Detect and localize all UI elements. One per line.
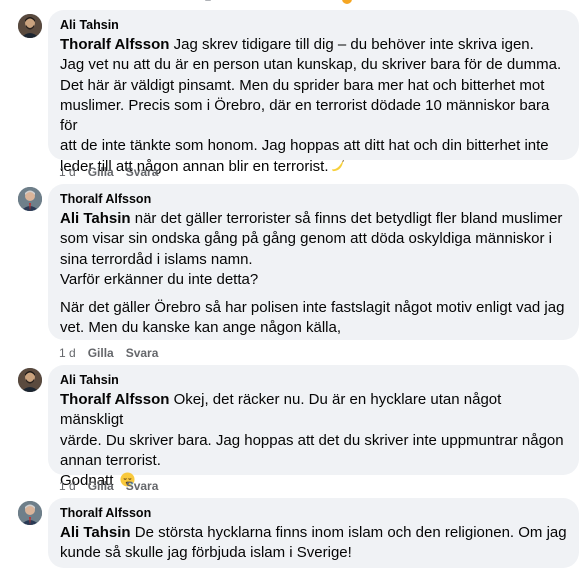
comment-text: Thoralf Alfsson Okej, det räcker nu. Du … [60,390,567,491]
comment-author[interactable]: Thoralf Alfsson [60,191,567,207]
comment-line: De största hycklarna finns inom islam oc… [130,524,567,541]
mention-link[interactable]: Ali Tahsin [60,524,131,541]
comment-line: När det gäller Örebro så har polisen int… [60,299,565,317]
reply-button[interactable]: Svara [126,478,159,494]
comment-text: Ali Tahsin De största hycklarna finns in… [60,523,567,564]
like-button[interactable]: Gilla [88,478,114,494]
comment-actions: 1 d Gilla Svara [59,164,158,180]
previous-comment-edge [0,0,583,4]
avatar-ali-icon [18,14,42,38]
comment-line: som visar sin ondska gång på gång genom … [60,230,552,248]
mention-link[interactable]: Thoralf Alfsson [60,391,169,408]
avatar[interactable] [18,368,42,392]
comment-line: Jag vet nu att du är en person utan kuns… [60,56,562,74]
comment-line: muslimer. Precis som i Örebro, där en te… [60,96,550,135]
comment-actions: 1 d Gilla Svara [59,478,158,494]
avatar[interactable] [18,14,42,38]
comment-timestamp[interactable]: 1 d [59,345,76,361]
comment-line: vet. Men du kanske kan ange någon källa, [60,319,342,337]
comment-bubble: Thoralf Alfsson Ali Tahsin när det gälle… [48,184,579,340]
comment-line: Jag skrev tidigare till dig – du behöver… [169,36,534,53]
comment-bubble: Ali Tahsin Thoralf Alfsson Jag skrev tid… [48,10,579,175]
comment-text: Ali Tahsin när det gäller terrorister så… [60,209,567,339]
mention-link[interactable]: Ali Tahsin [60,210,131,227]
comment-timestamp[interactable]: 1 d [59,478,76,494]
comment-line: värde. Du skriver bara. Jag hoppas att d… [60,431,564,449]
comment-timestamp[interactable]: 1 d [59,164,76,180]
avatar-thoralf-icon [18,187,42,211]
comment-line: sina terrordåd i islams namn. [60,250,253,268]
previous-comment-fragment [205,0,211,1]
comment-line: Det här är väldigt pinsamt. Men du sprid… [60,76,545,94]
comment-actions: 1 d Gilla Svara [59,345,158,361]
reaction-icon [342,0,352,4]
comment-author[interactable]: Ali Tahsin [60,17,567,33]
banana-icon [330,158,345,173]
like-button[interactable]: Gilla [88,345,114,361]
mention-link[interactable]: Thoralf Alfsson [60,36,169,53]
avatar-ali-icon [18,368,42,392]
comment-line: annan terrorist. [60,451,161,469]
avatar[interactable] [18,501,42,525]
comment-line: Varför erkänner du inte detta? [60,270,259,288]
reply-button[interactable]: Svara [126,345,159,361]
avatar-thoralf-icon [18,501,42,525]
reply-button[interactable]: Svara [126,164,159,180]
comment-bubble: Thoralf Alfsson Ali Tahsin De största hy… [48,498,579,568]
comment-bubble: Ali Tahsin Thoralf Alfsson Okej, det räc… [48,365,579,489]
comment-author[interactable]: Thoralf Alfsson [60,505,567,521]
comment-text: Thoralf Alfsson Jag skrev tidigare till … [60,35,567,177]
avatar[interactable] [18,187,42,211]
like-button[interactable]: Gilla [88,164,114,180]
comment-line: att de inte tänkte som honom. Jag hoppas… [60,137,549,155]
comment-author[interactable]: Ali Tahsin [60,372,567,388]
comment-line: när det gäller terrorister så finns det … [130,210,563,227]
comment-line: kunde så skulle jag förbjuda islam i Sve… [60,544,352,562]
